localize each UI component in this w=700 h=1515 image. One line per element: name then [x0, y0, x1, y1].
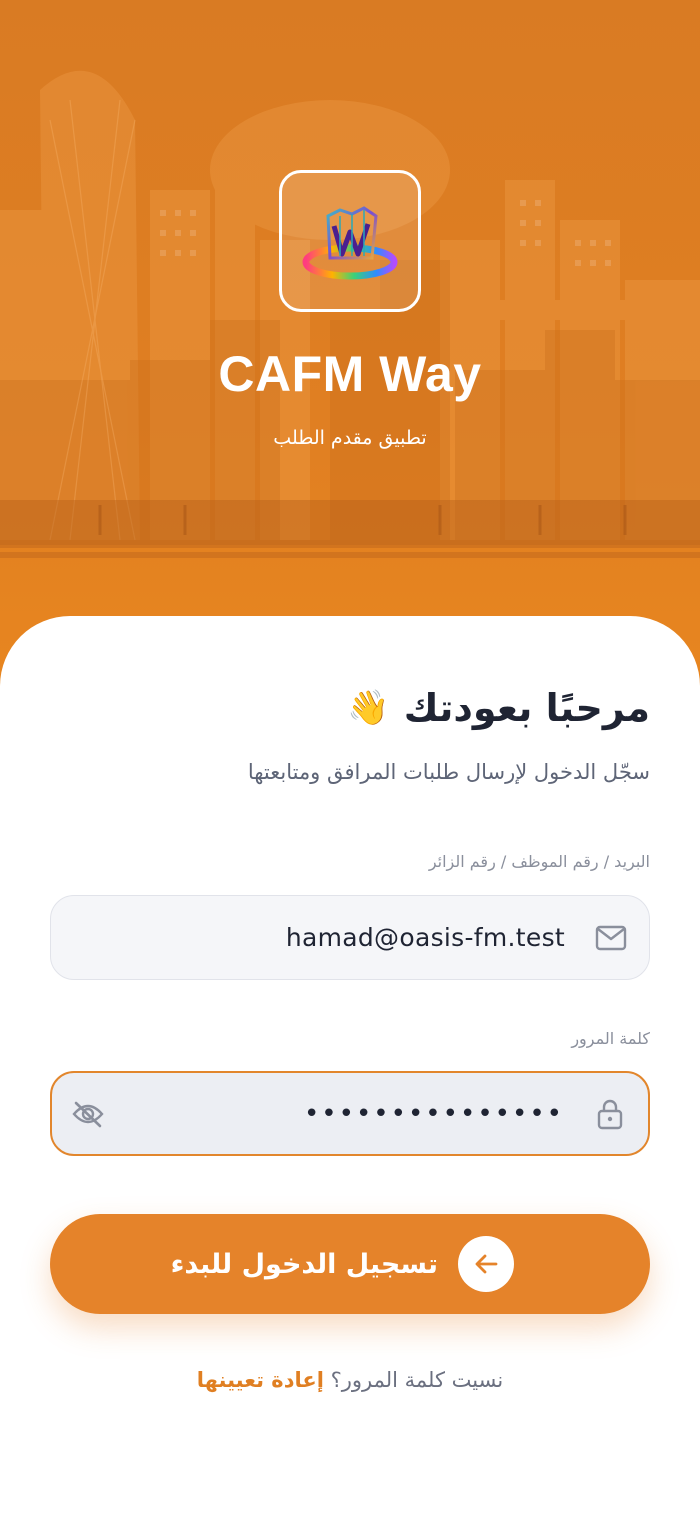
email-label: البريد / رقم الموظف / رقم الزائر — [428, 852, 650, 871]
hero-header: CAFM Way تطبيق مقدم الطلب — [0, 0, 700, 700]
email-field[interactable]: hamad@oasis-fm.test — [50, 895, 650, 980]
app-name: CAFM Way — [218, 346, 482, 402]
login-button-label[interactable]: تسجيل الدخول للبدء — [171, 1214, 438, 1314]
password-value[interactable]: ••••••••••••••• — [304, 1073, 564, 1154]
lock-icon — [592, 1096, 628, 1132]
cafm-way-logo-icon — [302, 206, 398, 280]
arrow-left-icon[interactable] — [458, 1236, 514, 1292]
welcome-title: مرحبًا بعودتك — [403, 686, 650, 730]
reset-password-link[interactable]: إعادة تعيينها — [197, 1368, 324, 1392]
eye-off-icon[interactable] — [70, 1096, 106, 1132]
app-logo — [279, 170, 421, 312]
welcome-heading: مرحبًا بعودتك 👋 — [347, 686, 650, 730]
login-button[interactable]: تسجيل الدخول للبدء — [50, 1214, 650, 1314]
email-value[interactable]: hamad@oasis-fm.test — [286, 896, 565, 979]
password-field[interactable]: ••••••••••••••• — [50, 1071, 650, 1156]
forgot-password-text: نسيت كلمة المرور؟ — [330, 1368, 504, 1392]
welcome-subtitle: سجّل الدخول لإرسال طلبات المرافق ومتابعت… — [247, 760, 650, 784]
app-subtitle: تطبيق مقدم الطلب — [273, 427, 427, 449]
password-label: كلمة المرور — [571, 1029, 650, 1048]
waving-hand-icon: 👋 — [347, 688, 390, 728]
forgot-password-row: نسيت كلمة المرور؟ إعادة تعيينها — [0, 1368, 700, 1392]
mail-icon — [593, 920, 629, 956]
